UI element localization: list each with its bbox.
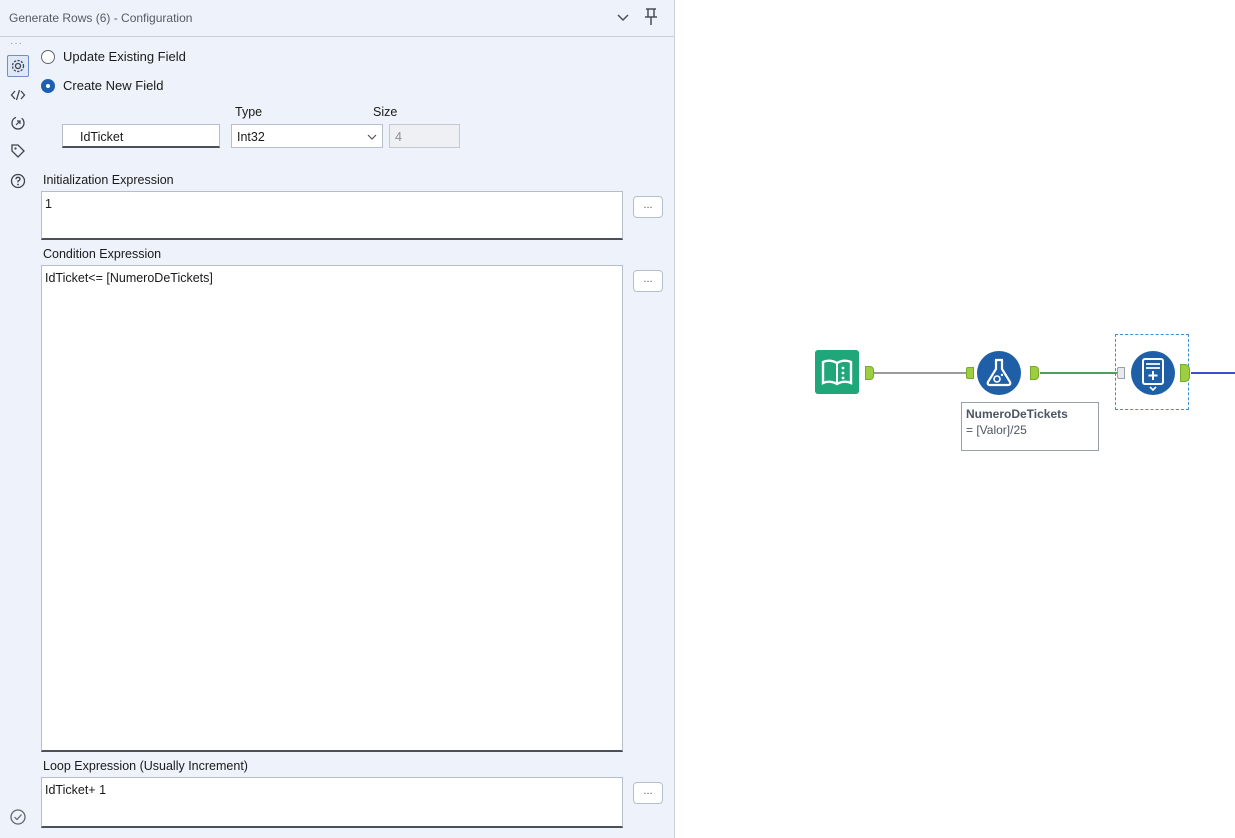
more-dots-icon[interactable]: ···: [10, 39, 23, 49]
help-icon[interactable]: [7, 170, 29, 192]
configuration-panel: Generate Rows (6) - Configuration ··· Up…: [0, 0, 675, 838]
workflow-canvas[interactable]: [676, 0, 1235, 838]
annotation-icon[interactable]: [7, 112, 29, 134]
update-existing-radio[interactable]: [41, 49, 55, 64]
input-data-tool-icon[interactable]: [815, 350, 859, 394]
create-new-option[interactable]: Create New Field: [41, 78, 163, 93]
panel-icon-rail: ···: [0, 38, 36, 838]
loop-expression-editor-button[interactable]: ...: [633, 782, 663, 804]
panel-title: Generate Rows (6) - Configuration: [9, 11, 193, 25]
loop-expression-label: Loop Expression (Usually Increment): [43, 759, 248, 773]
pin-icon[interactable]: [641, 6, 661, 28]
init-expression-input[interactable]: 1: [41, 191, 623, 240]
check-circle-icon: [10, 809, 26, 825]
connection-line: [874, 372, 968, 374]
annotation-line-1: NumeroDeTickets: [966, 407, 1068, 421]
create-new-radio[interactable]: [41, 78, 55, 93]
field-name-input[interactable]: IdTicket: [62, 124, 220, 148]
chevron-down-icon[interactable]: [614, 9, 632, 27]
condition-expression-input[interactable]: IdTicket<= [NumeroDeTickets]: [41, 265, 623, 752]
type-select-value: Int32: [237, 130, 265, 144]
loop-expression-input[interactable]: IdTicket+ 1: [41, 777, 623, 828]
condition-expression-label: Condition Expression: [43, 247, 162, 261]
generate-rows-tool-icon[interactable]: [1130, 350, 1176, 396]
size-input[interactable]: 4: [389, 124, 460, 148]
type-select[interactable]: Int32: [231, 124, 383, 148]
formula-tool-icon[interactable]: [976, 350, 1022, 396]
tool-annotation: NumeroDeTickets = [Valor]/25: [961, 402, 1099, 451]
update-existing-label: Update Existing Field: [63, 49, 186, 64]
code-icon[interactable]: [7, 84, 29, 106]
init-expression-editor-button[interactable]: ...: [633, 196, 663, 218]
tag-icon[interactable]: [7, 140, 29, 162]
update-existing-option[interactable]: Update Existing Field: [41, 49, 186, 64]
annotation-line-2: = [Valor]/25: [966, 423, 1027, 437]
init-expression-label: Initialization Expression: [43, 173, 174, 187]
create-new-label: Create New Field: [63, 78, 164, 93]
output-anchor[interactable]: [865, 366, 874, 380]
input-anchor[interactable]: [966, 367, 974, 379]
size-header: Size: [373, 105, 398, 119]
gear-icon[interactable]: [7, 55, 29, 77]
condition-expression-editor-button[interactable]: ...: [633, 270, 663, 292]
connection-line: [1040, 372, 1118, 374]
panel-header: Generate Rows (6) - Configuration: [0, 0, 674, 37]
input-anchor[interactable]: [1117, 367, 1125, 379]
output-anchor[interactable]: [1030, 366, 1039, 380]
chevron-down-icon: [367, 134, 377, 140]
type-header: Type: [235, 105, 263, 119]
output-anchor[interactable]: [1180, 364, 1190, 382]
connection-line: [1191, 372, 1235, 374]
